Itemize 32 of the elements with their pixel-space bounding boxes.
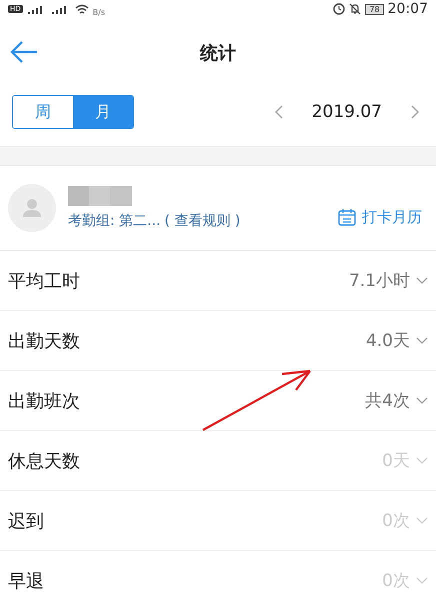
chevron-down-icon[interactable] xyxy=(416,516,428,524)
bell-off-icon xyxy=(349,3,362,15)
chevron-left-icon[interactable] xyxy=(274,104,284,120)
period-tab[interactable]: 月 xyxy=(73,96,133,128)
chevron-right-icon[interactable] xyxy=(410,104,420,120)
page-title: 统计 xyxy=(200,42,236,65)
stat-value: 4.0天 xyxy=(366,330,410,352)
battery-level: 78 xyxy=(365,4,384,14)
stat-label: 早退 xyxy=(8,570,44,592)
stat-value: 7.1小时 xyxy=(348,270,410,292)
chevron-down-icon[interactable] xyxy=(416,276,428,284)
stat-value: 共4次 xyxy=(365,390,410,412)
chevron-down-icon[interactable] xyxy=(416,576,428,584)
stat-label: 平均工时 xyxy=(8,270,80,292)
calendar-link[interactable]: 打卡月历 xyxy=(332,206,428,228)
view-rules-link[interactable]: ( 查看规则 ) xyxy=(164,212,240,230)
chevron-down-icon[interactable] xyxy=(416,336,428,344)
clock: 20:07 xyxy=(388,1,428,17)
alarm-icon xyxy=(333,3,346,15)
chevron-down-icon[interactable] xyxy=(416,396,428,404)
stat-label: 迟到 xyxy=(8,510,44,532)
wifi-icon xyxy=(74,4,89,14)
month-label: 2019.07 xyxy=(312,102,382,122)
stat-label: 出勤班次 xyxy=(8,390,80,412)
stat-label: 休息天数 xyxy=(8,450,80,472)
chevron-down-icon[interactable] xyxy=(416,456,428,464)
back-arrow-icon[interactable] xyxy=(10,40,38,64)
network-speed: B/s xyxy=(92,8,106,16)
calendar-icon xyxy=(338,208,356,226)
stat-label: 出勤天数 xyxy=(8,330,80,352)
attendance-group: 考勤组: 第二... xyxy=(68,212,161,230)
blurred-name xyxy=(68,186,132,206)
